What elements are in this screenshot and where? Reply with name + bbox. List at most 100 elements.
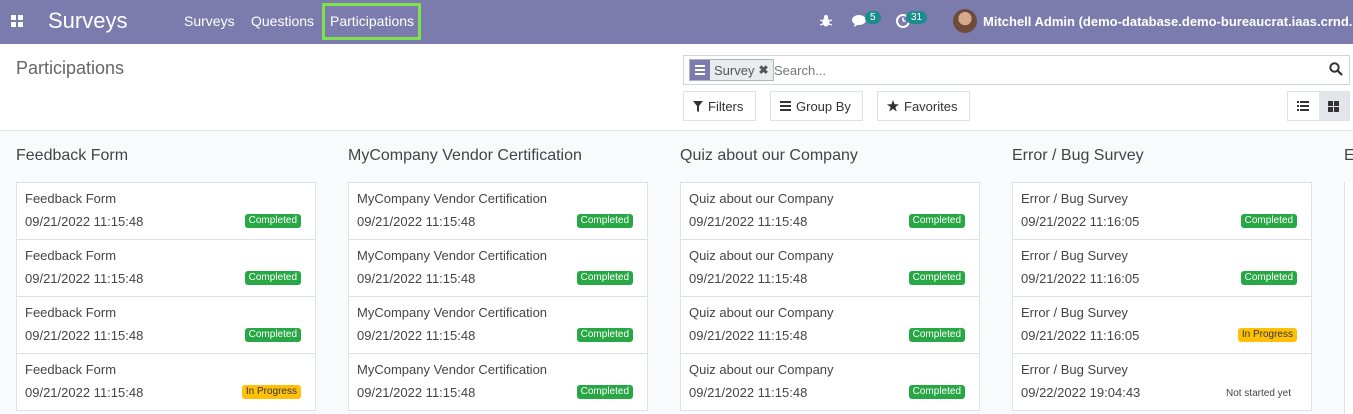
user-menu[interactable]: Mitchell Admin (demo-database.demo-burea…	[983, 14, 1353, 29]
group-by-icon	[690, 60, 710, 80]
status-badge: Completed	[1240, 214, 1297, 228]
search-icon[interactable]	[1329, 62, 1343, 76]
status-badge: Completed	[244, 214, 301, 228]
kanban-column: MyCompany Vendor Certification 09/21/2022…	[348, 182, 648, 411]
card-date: 09/21/2022 11:15:48	[689, 271, 808, 286]
card-date: 09/21/2022 11:15:48	[357, 328, 476, 343]
card-date: 09/22/2022 19:04:43	[1021, 385, 1141, 400]
menu-surveys[interactable]: Surveys	[184, 13, 235, 29]
kanban-card[interactable]: MyCompany Vendor Certification 09/21/2022…	[348, 353, 648, 411]
card-survey-name: Quiz about our Company	[689, 248, 834, 263]
card-survey-name: Error / Bug Survey	[1021, 248, 1128, 263]
card-date: 09/21/2022 11:16:05	[1021, 271, 1140, 286]
star-icon	[887, 100, 899, 112]
card-date: 09/21/2022 11:15:48	[25, 271, 144, 286]
status-badge: Completed	[576, 385, 633, 399]
card-date: 09/21/2022 11:15:48	[357, 214, 476, 229]
card-survey-name: Feedback Form	[25, 362, 117, 377]
card-survey-name: MyCompany Vendor Certification	[357, 191, 548, 206]
card-survey-name: Quiz about our Company	[689, 305, 834, 320]
kanban-card[interactable]: Feedback Form 09/21/2022 11:15:48 Complete…	[16, 182, 316, 240]
card-survey-name: Quiz about our Company	[689, 362, 834, 377]
kanban-card[interactable]: Feedback Form 09/21/2022 11:15:48 In Progr…	[16, 353, 316, 411]
debug-bug-icon[interactable]	[820, 14, 832, 28]
status-badge: Completed	[576, 214, 633, 228]
status-badge: In Progress	[1237, 328, 1297, 342]
card-survey-name: Error / Bug Survey	[1021, 362, 1128, 377]
kanban-view-button[interactable]	[1318, 92, 1349, 120]
list-view-button[interactable]	[1288, 92, 1319, 120]
page-title: Participations	[16, 58, 125, 78]
card-date: 09/21/2022 11:15:48	[357, 271, 476, 286]
control-panel: Participations Survey ✖ Filters Group By…	[0, 44, 1353, 131]
status-badge: Completed	[1240, 271, 1297, 285]
card-date: 09/21/2022 11:16:05	[1021, 328, 1140, 343]
card-survey-name: Quiz about our Company	[689, 191, 834, 206]
status-badge: Not started yet	[1225, 388, 1291, 399]
card-date: 09/21/2022 11:16:05	[1021, 214, 1140, 229]
kanban-card[interactable]: Error / Bug Survey 09/21/2022 11:16:05 Com…	[1012, 239, 1312, 297]
card-date: 09/21/2022 11:15:48	[689, 214, 808, 229]
kanban-card[interactable]: Error / Bug Survey 09/21/2022 11:16:05 In …	[1012, 296, 1312, 354]
card-date: 09/21/2022 11:15:48	[25, 385, 144, 400]
group-by-button[interactable]: Group By	[770, 91, 863, 121]
status-badge: Completed	[908, 214, 965, 228]
status-badge: Completed	[576, 328, 633, 342]
facet-label: Survey	[714, 62, 755, 78]
active-menu-highlight	[322, 3, 421, 40]
column-title: MyCompany Vendor Certification	[348, 147, 582, 164]
kanban-card[interactable]: Error / Bug Survey 09/22/2022 19:04:43 Not…	[1012, 353, 1312, 411]
kanban-column: Error / Bug Survey 09/21/2022 11:16:05 Com…	[1012, 182, 1312, 411]
kanban-column-partial	[1344, 182, 1353, 414]
column-title-partial: E	[1344, 147, 1353, 164]
status-badge: Completed	[908, 328, 965, 342]
top-navbar: Surveys Surveys Questions Participations…	[0, 0, 1353, 44]
menu-questions[interactable]: Questions	[251, 13, 314, 29]
filter-icon	[693, 100, 703, 112]
kanban-card[interactable]: MyCompany Vendor Certification 09/21/2022…	[348, 182, 648, 240]
status-badge: Completed	[908, 271, 965, 285]
facet-remove-icon[interactable]: ✖	[758, 63, 772, 77]
column-title: Quiz about our Company	[680, 147, 858, 164]
filters-button[interactable]: Filters	[683, 91, 756, 121]
kanban-card[interactable]: Quiz about our Company 09/21/2022 11:15:4…	[680, 239, 980, 297]
status-badge: Completed	[244, 328, 301, 342]
favorites-label: Favorites	[904, 98, 958, 114]
kanban-card[interactable]: MyCompany Vendor Certification 09/21/2022…	[348, 239, 648, 297]
list-icon	[1297, 101, 1310, 111]
card-date: 09/21/2022 11:15:48	[25, 328, 144, 343]
kanban-card[interactable]: Error / Bug Survey 09/21/2022 11:16:05 Com…	[1012, 182, 1312, 240]
card-date: 09/21/2022 11:15:48	[689, 385, 808, 400]
card-survey-name: Feedback Form	[25, 191, 117, 206]
card-date: 09/21/2022 11:15:48	[689, 328, 808, 343]
user-avatar[interactable]	[953, 9, 977, 33]
status-badge: Completed	[576, 271, 633, 285]
activities-badge: 31	[906, 11, 928, 24]
group-by-label: Group By	[796, 98, 851, 114]
apps-menu-icon[interactable]	[11, 15, 23, 27]
card-survey-name: Error / Bug Survey	[1021, 191, 1128, 206]
view-switcher	[1287, 91, 1350, 121]
status-badge: Completed	[244, 271, 301, 285]
bars-icon	[780, 101, 791, 111]
app-brand[interactable]: Surveys	[48, 8, 127, 34]
search-bar: Survey ✖	[683, 55, 1350, 85]
kanban-card[interactable]: Quiz about our Company 09/21/2022 11:15:4…	[680, 296, 980, 354]
status-badge: In Progress	[241, 385, 301, 399]
kanban-card[interactable]: MyCompany Vendor Certification 09/21/2022…	[348, 296, 648, 354]
column-title: Feedback Form	[16, 147, 129, 164]
kanban-column: Quiz about our Company 09/21/2022 11:15:4…	[680, 182, 980, 411]
status-badge: Completed	[908, 385, 965, 399]
search-facet-survey[interactable]: Survey ✖	[689, 59, 774, 81]
kanban-card[interactable]: Feedback Form 09/21/2022 11:15:48 Complete…	[16, 239, 316, 297]
card-survey-name: MyCompany Vendor Certification	[357, 362, 548, 377]
card-survey-name: MyCompany Vendor Certification	[357, 305, 548, 320]
card-survey-name: MyCompany Vendor Certification	[357, 248, 548, 263]
favorites-button[interactable]: Favorites	[877, 91, 970, 121]
kanban-card[interactable]: Quiz about our Company 09/21/2022 11:15:4…	[680, 353, 980, 411]
kanban-card[interactable]: Feedback Form 09/21/2022 11:15:48 Complete…	[16, 296, 316, 354]
search-input[interactable]	[774, 60, 1304, 80]
kanban-card[interactable]: Quiz about our Company 09/21/2022 11:15:4…	[680, 182, 980, 240]
card-survey-name: Feedback Form	[25, 305, 117, 320]
kanban-column: Feedback Form 09/21/2022 11:15:48 Complete…	[16, 182, 316, 411]
